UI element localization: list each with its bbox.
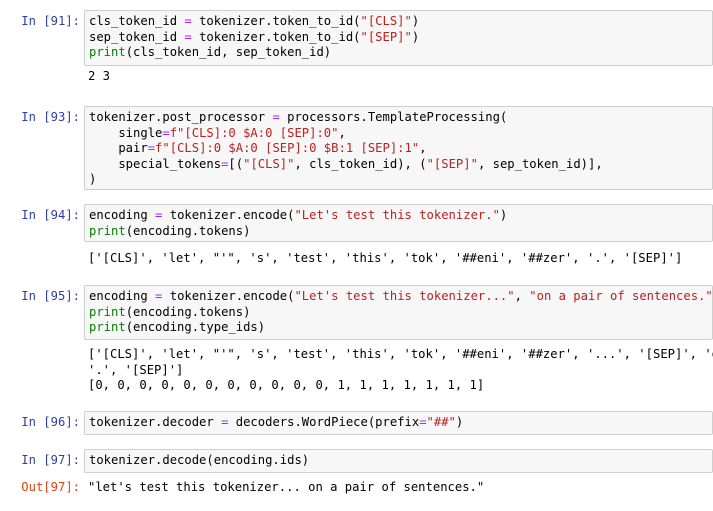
output-line: "let's test this tokenizer... on a pair …	[88, 480, 485, 494]
code-token: =	[147, 141, 156, 155]
code-token: tokenizer.token_to_id(	[191, 29, 361, 44]
code-token: f"[CLS]:0 $A:0 [SEP]:0"	[169, 125, 339, 140]
code-input-area[interactable]: tokenizer.decoder = decoders.WordPiece(p…	[84, 411, 713, 435]
input-prompt: In [93]:	[21, 110, 80, 124]
cell-output: 2 3	[88, 69, 713, 85]
code-line: special_tokens=[("[CLS]", cls_token_id),…	[89, 156, 603, 171]
code-token: =	[184, 29, 192, 44]
code-token: "Let's test this tokenizer..."	[294, 289, 515, 303]
code-token: decoders.WordPiece(prefix	[228, 415, 420, 429]
code-token: "on a pair of sentences."	[529, 289, 712, 303]
output-line: '.', '[SEP]']	[88, 362, 184, 377]
code-text: encoding = tokenizer.encode("Let's test …	[85, 286, 712, 339]
code-token: =	[419, 415, 427, 429]
code-token: tokenizer.token_to_id(	[191, 14, 361, 28]
code-line: print(encoding.tokens)	[89, 224, 250, 238]
code-input-area[interactable]: encoding = tokenizer.encode("Let's test …	[84, 204, 713, 242]
code-token: print	[89, 223, 126, 238]
code-text: cls_token_id = tokenizer.token_to_id("[C…	[85, 11, 712, 64]
code-line: tokenizer.post_processor = processors.Te…	[89, 110, 507, 124]
code-token: "##"	[426, 415, 456, 429]
output-line: [0, 0, 0, 0, 0, 0, 0, 0, 0, 0, 0, 1, 1, …	[88, 378, 485, 392]
code-token: )	[89, 172, 97, 186]
code-token: tokenizer.encode(	[162, 208, 295, 222]
code-token: tokenizer.encode(	[162, 289, 295, 303]
code-token: print	[89, 320, 126, 334]
code-input-area[interactable]: tokenizer.post_processor = processors.Te…	[84, 106, 713, 190]
code-token: f"[CLS]:0 $A:0 [SEP]:0 $B:1 [SEP]:1"	[155, 141, 420, 155]
code-token: )	[455, 415, 464, 429]
code-text: encoding = tokenizer.encode("Let's test …	[85, 205, 712, 242]
code-token: encoding	[89, 208, 156, 222]
code-token: "Let's test this tokenizer."	[294, 208, 500, 222]
code-token: , cls_token_id), (	[294, 156, 427, 171]
code-input-area[interactable]: encoding = tokenizer.encode("Let's test …	[84, 285, 713, 340]
input-prompt: In [91]:	[21, 14, 80, 28]
cell-output: "let's test this tokenizer... on a pair …	[88, 480, 713, 496]
code-token: encoding	[89, 289, 156, 303]
code-token: ,	[419, 141, 427, 155]
output-line: ['[CLS]', 'let', "'", 's', 'test', 'this…	[88, 251, 683, 265]
code-input-area[interactable]: tokenizer.decode(encoding.ids)	[84, 449, 713, 473]
code-token: "[SEP]"	[360, 29, 412, 44]
code-token: , sep_token_id)],	[477, 156, 603, 171]
code-token: ,	[338, 125, 346, 140]
code-token: ,	[514, 289, 530, 303]
code-token: cls_token_id	[89, 14, 185, 28]
code-token: (cls_token_id, sep_token_id)	[125, 45, 332, 59]
code-line: cls_token_id = tokenizer.token_to_id("[C…	[89, 14, 419, 28]
code-token: tokenizer.post_processor	[89, 110, 273, 124]
code-token: )	[499, 208, 508, 222]
code-token: )	[411, 29, 420, 44]
cell-output: ['[CLS]', 'let', "'", 's', 'test', 'this…	[88, 251, 713, 267]
code-token: single	[89, 125, 163, 140]
code-text: tokenizer.decoder = decoders.WordPiece(p…	[85, 412, 712, 434]
code-line: pair=f"[CLS]:0 $A:0 [SEP]:0 $B:1 [SEP]:1…	[89, 141, 427, 155]
code-line: print(cls_token_id, sep_token_id)	[89, 45, 331, 59]
code-line: sep_token_id = tokenizer.token_to_id("[S…	[89, 30, 419, 44]
code-line: tokenizer.decode(encoding.ids)	[89, 453, 309, 467]
code-token: "[CLS]"	[243, 156, 295, 171]
code-line: single=f"[CLS]:0 $A:0 [SEP]:0",	[89, 125, 346, 140]
code-text: tokenizer.post_processor = processors.Te…	[85, 107, 712, 191]
code-line: print(encoding.type_ids)	[89, 320, 265, 334]
code-line: tokenizer.decoder = decoders.WordPiece(p…	[89, 415, 463, 429]
code-line: encoding = tokenizer.encode("Let's test …	[89, 208, 507, 222]
code-token: =	[184, 14, 192, 28]
code-token: print	[89, 304, 126, 319]
code-token: =	[162, 125, 170, 140]
input-prompt: In [95]:	[21, 289, 80, 303]
code-token: special_tokens	[89, 156, 222, 171]
code-text: tokenizer.decode(encoding.ids)	[85, 450, 712, 472]
code-token: processors.TemplateProcessing(	[279, 110, 508, 124]
code-token: print	[89, 45, 126, 59]
code-token: )	[411, 14, 420, 28]
code-token: tokenizer.decoder	[89, 415, 222, 429]
code-token: pair	[89, 141, 148, 155]
code-line: encoding = tokenizer.encode("Let's test …	[89, 289, 712, 303]
input-prompt: In [96]:	[21, 415, 80, 429]
code-token: "[SEP]"	[426, 156, 478, 171]
code-input-area[interactable]: cls_token_id = tokenizer.token_to_id("[C…	[84, 10, 713, 66]
code-token: (encoding.tokens)	[125, 223, 251, 238]
output-prompt: Out[97]:	[21, 480, 80, 494]
code-token: sep_token_id	[89, 29, 185, 44]
code-token: (encoding.tokens)	[125, 304, 251, 319]
input-prompt: In [94]:	[21, 208, 80, 222]
output-line: ['[CLS]', 'let', "'", 's', 'test', 'this…	[88, 347, 713, 361]
code-line: print(encoding.tokens)	[89, 305, 250, 319]
input-prompt: In [97]:	[21, 453, 80, 467]
code-token: "[CLS]"	[360, 14, 412, 28]
code-token: =	[272, 110, 280, 124]
code-token: tokenizer.decode(encoding.ids)	[89, 453, 310, 467]
code-token: (encoding.type_ids)	[125, 320, 266, 334]
code-token: [(	[228, 156, 244, 171]
output-line: 2 3	[88, 69, 111, 83]
code-line: )	[89, 172, 96, 186]
cell-output: ['[CLS]', 'let', "'", 's', 'test', 'this…	[88, 347, 713, 394]
